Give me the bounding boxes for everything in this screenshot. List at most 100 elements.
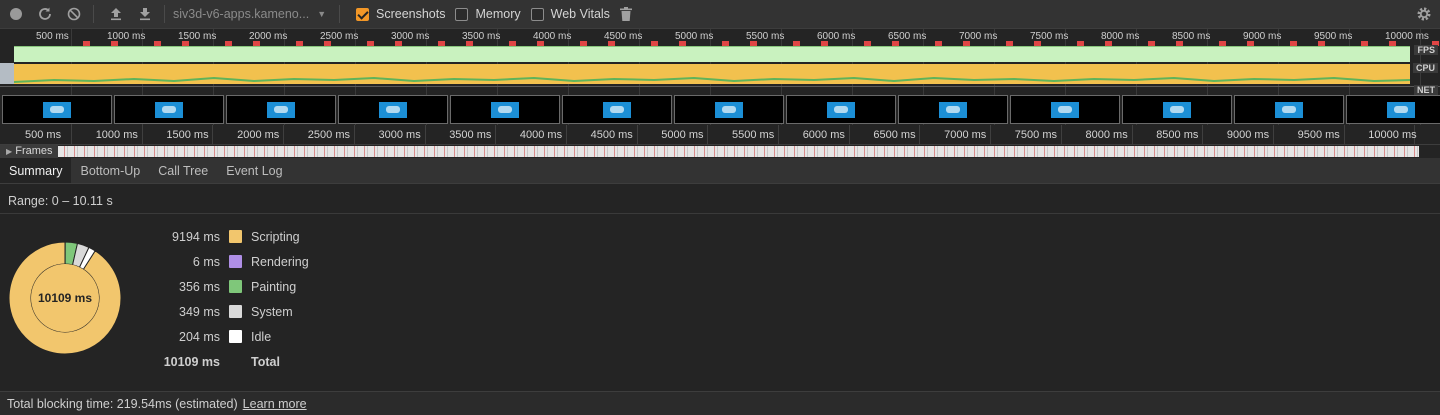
screenshot-thumbnail[interactable] [226,95,336,124]
overview-tick-label: 5000 ms [675,31,714,42]
net-label: NET [1414,85,1438,95]
screenshot-image [1387,102,1415,118]
trash-icon[interactable] [613,1,639,27]
screenshot-image [1163,102,1191,118]
overview-tick-label: 6000 ms [817,31,856,42]
screenshot-thumbnail[interactable] [2,95,112,124]
ruler-tick-label: 7000 ms [944,129,987,141]
overview-tick-label: 1000 ms [107,31,146,42]
footer: Total blocking time: 219.54ms (estimated… [0,391,1440,415]
screenshot-thumbnail[interactable] [338,95,448,124]
ruler-tick-label: 500 ms [25,129,62,141]
ruler-tick-label: 8000 ms [1085,129,1128,141]
tab-call-tree[interactable]: Call Tree [149,158,217,183]
overview-ruler: 500 ms 1000 ms 1500 ms 2000 ms 2500 ms 3000 m… [0,29,1440,125]
fps-label: FPS [1414,45,1438,55]
memory-checkbox-label: Memory [475,7,521,21]
legend-label: Idle [251,329,272,344]
frames-track[interactable]: ▶ Frames [0,145,1440,158]
learn-more-link[interactable]: Learn more [243,397,307,411]
expand-triangle-icon: ▶ [6,147,13,156]
gear-icon[interactable] [1416,6,1432,25]
ruler-tick-label: 8500 ms [1156,129,1199,141]
screenshot-thumbnail[interactable] [898,95,1008,124]
ruler-gridline [1272,125,1274,145]
overview-tick-label: 3000 ms [391,31,430,42]
screenshot-image [1275,102,1303,118]
ruler-tick-label: 9000 ms [1226,129,1270,141]
frames-toggle[interactable]: ▶ Frames [0,145,58,158]
screenshot-thumbnail[interactable] [786,95,896,124]
screenshot-thumbnail[interactable] [674,95,784,124]
recording-select[interactable]: siv3d-v6-apps.kameno... ▼ [173,7,333,21]
overview-tick-label: 3500 ms [462,31,501,42]
screenshots-checkbox[interactable]: Screenshots [356,7,445,21]
frames-bar [58,146,1419,157]
legend-swatch [229,280,242,293]
toolbar-divider [93,5,94,23]
range-text: Range: 0 – 10.11 s [8,194,113,208]
reload-icon[interactable] [32,1,58,27]
timeline-overview[interactable]: 500 ms 1000 ms 1500 ms 2000 ms 2500 ms 3000 m… [0,29,1440,125]
ruler-gridline [212,125,214,145]
ruler-gridline [919,125,921,145]
legend-swatch [229,255,242,268]
total-blocking-time: Total blocking time: 219.54ms (estimated… [7,396,238,411]
screenshot-image [603,102,631,118]
download-icon[interactable] [132,1,158,27]
toolbar: siv3d-v6-apps.kameno... ▼ Screenshots Me… [0,0,1440,29]
screenshot-image [715,102,743,118]
web-vitals-checkbox-box[interactable] [530,7,544,21]
ruler-tick-label: 1500 ms [166,129,209,141]
memory-checkbox-box[interactable] [455,7,469,21]
tab-event-log[interactable]: Event Log [217,158,291,183]
legend-label: Painting [251,279,297,294]
ruler-gridline [283,125,285,145]
ruler-tick-label: 3500 ms [449,129,492,141]
screenshot-thumbnail[interactable] [1010,95,1120,124]
screenshot-thumbnail[interactable] [1122,95,1232,124]
ruler-gridline [707,125,709,145]
screenshot-thumbnail[interactable] [1346,95,1440,124]
tab-summary[interactable]: Summary [0,158,72,183]
legend-value: 349 ms [179,304,220,319]
ruler-gridline [778,125,779,145]
divider [0,213,1440,214]
web-vitals-checkbox[interactable]: Web Vitals [530,7,610,21]
upload-icon[interactable] [103,1,129,27]
ruler-gridline [990,125,992,145]
cpu-track [14,64,1410,84]
memory-checkbox[interactable]: Memory [455,7,521,21]
overview-tick-label: 9500 ms [1314,31,1353,42]
chevron-down-icon: ▼ [317,9,327,19]
legend-row-scripting: 9194 ms Scripting [150,224,309,249]
screenshot-thumbnail[interactable] [450,95,560,124]
overview-tick-label: 5500 ms [746,31,785,42]
screenshot-thumbnail[interactable] [1234,95,1344,124]
legend-label: Rendering [251,254,309,269]
legend-value: 6 ms [192,254,220,269]
screenshot-thumbnail[interactable] [114,95,224,124]
ruler-gridline [495,125,497,145]
clear-icon[interactable] [61,1,87,27]
screenshot-image [1051,102,1079,118]
ruler-gridline [424,125,426,145]
legend-swatch [229,230,242,243]
legend-row-total: 10109 ms Total [150,349,309,374]
screenshots-checkbox-box[interactable] [356,7,369,21]
overview-tick-label: 10000 ms [1385,31,1429,42]
legend-row-system: 349 ms System [150,299,309,324]
tab-bottom-up[interactable]: Bottom-Up [71,158,149,183]
legend-value: 356 ms [179,279,220,294]
overview-tick-label: 6500 ms [888,31,927,42]
fps-track [14,46,1410,62]
screenshot-thumbnail[interactable] [562,95,672,124]
ruler-tick-label: 1000 ms [95,129,138,141]
cpu-label: CPU [1412,63,1438,73]
record-icon[interactable] [3,1,29,27]
legend-total-value: 10109 ms [163,354,220,369]
screenshot-image [155,102,183,118]
ruler-tick-label: 3000 ms [378,129,421,141]
overview-tick-label: 7000 ms [959,31,998,42]
ruler-gridline [1131,125,1133,145]
